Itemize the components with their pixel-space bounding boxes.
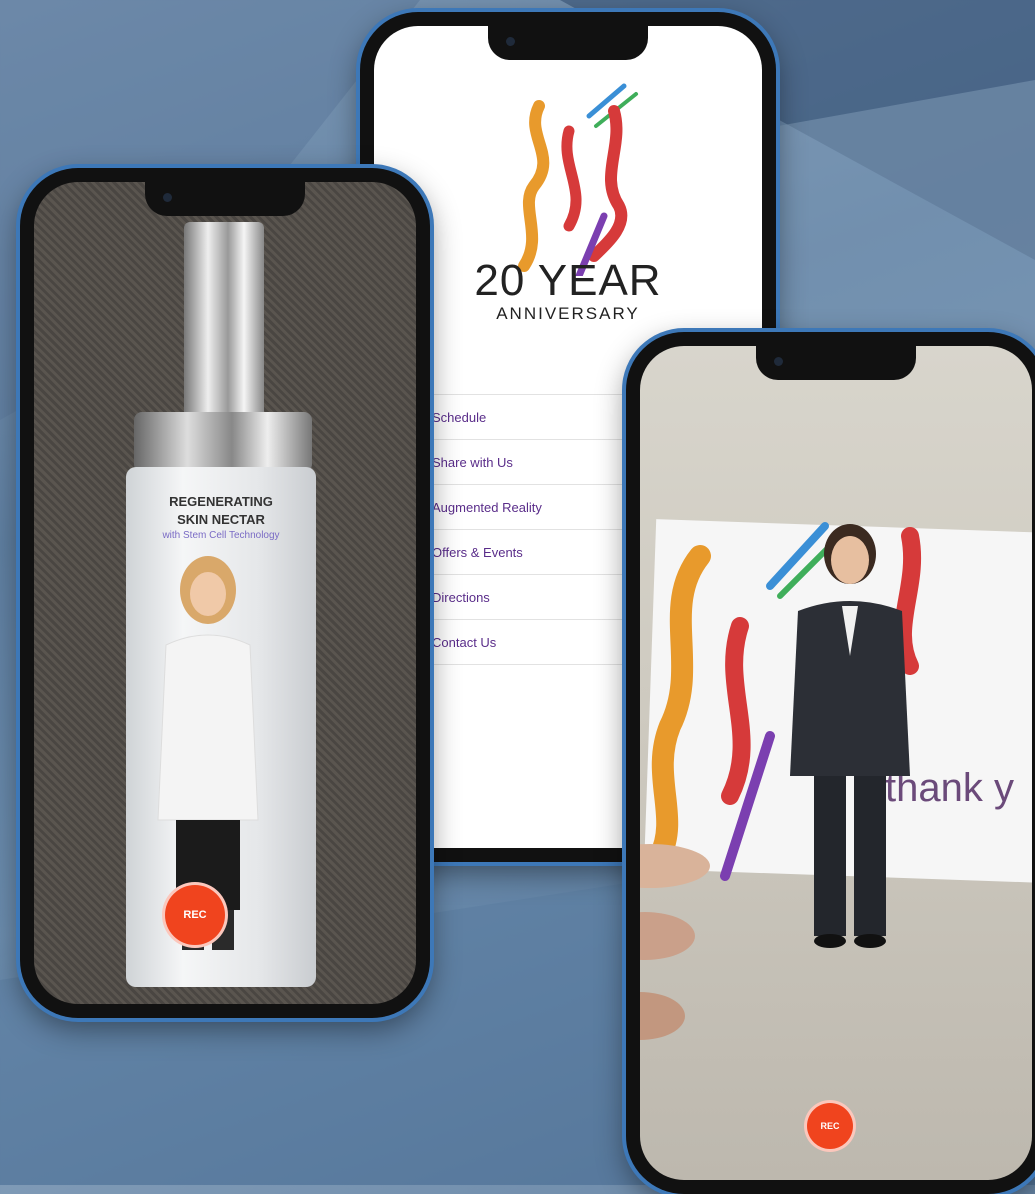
menu-item-label: Contact Us: [432, 634, 497, 650]
bottle-label-line3: with Stem Cell Technology: [162, 530, 280, 541]
anniversary-logo-icon: [518, 83, 638, 276]
phone-ar-card: thank y REC: [626, 332, 1035, 1194]
menu-item-label: Share with Us: [432, 454, 513, 470]
menu-item-label: Offers & Events: [432, 544, 523, 560]
menu-item-label: Augmented Reality: [432, 499, 542, 515]
hand: [640, 844, 710, 1040]
menu-item-label: Schedule: [432, 409, 487, 425]
menu-item-label: Directions: [432, 589, 490, 605]
phone-notch: [756, 346, 916, 380]
bottle-label-line2: SKIN NECTAR: [177, 512, 265, 527]
rec-button[interactable]: REC: [162, 882, 228, 948]
phone-notch: [488, 26, 648, 60]
phone-notch: [145, 182, 305, 216]
logo-title: 20 YEAR: [474, 256, 662, 305]
rec-button[interactable]: REC: [804, 1100, 856, 1152]
bottle-collar: [134, 412, 312, 472]
logo-subtitle: ANNIVERSARY: [496, 304, 640, 323]
ar-presenter-figure: [790, 524, 910, 948]
ar-card-screen: thank y REC: [640, 346, 1032, 1180]
ar-product-screen: REGENERATING SKIN NECTAR with Stem Cell …: [34, 182, 416, 1004]
phone-ar-product: REGENERATING SKIN NECTAR with Stem Cell …: [20, 168, 430, 1018]
bottle-label-line1: REGENERATING: [169, 494, 273, 509]
